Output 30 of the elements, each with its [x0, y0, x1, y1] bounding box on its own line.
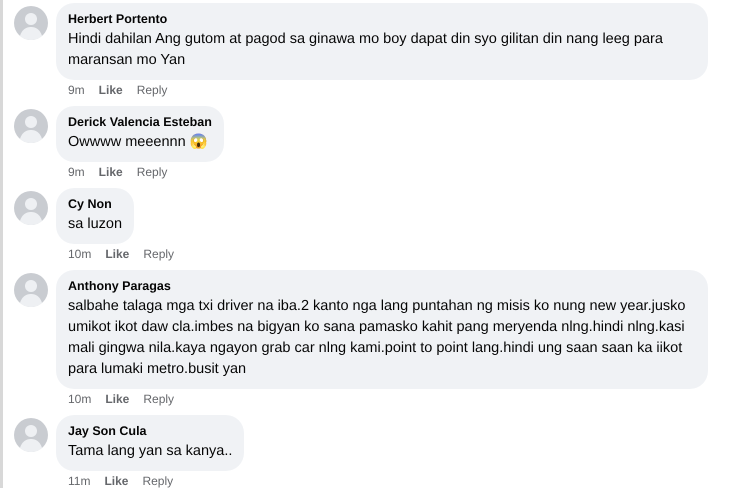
like-button[interactable]: Like	[104, 474, 128, 488]
like-button[interactable]: Like	[98, 165, 123, 179]
avatar-icon[interactable]	[14, 273, 48, 307]
reply-button[interactable]: Reply	[142, 474, 174, 488]
avatar-icon[interactable]	[14, 418, 48, 452]
reply-button[interactable]: Reply	[143, 247, 174, 261]
author-name[interactable]: Herbert Portento	[68, 11, 696, 27]
author-name[interactable]: Anthony Paragas	[68, 278, 696, 294]
avatar-icon[interactable]	[14, 6, 48, 40]
author-name[interactable]: Cy Non	[68, 196, 122, 212]
comment-time[interactable]: 9m	[68, 83, 85, 97]
comment-text: salbahe talaga mga txi driver na iba.2 kanto nga lang puntahan ng misis ko nung new year.jusko umikot ikot daw cla.imbes na bigyan ko sana pamasko kahit pang meryenda nlng.hindi nlng.kasi mali gingwa nila.kaya ngayon grab car nlng kami.point to point lang.hindi ung saan saan ka iikot para lumaki metro.busit yan	[68, 297, 686, 379]
avatar-icon[interactable]	[14, 109, 48, 143]
author-name[interactable]: Derick Valencia Esteban	[68, 114, 212, 130]
like-button[interactable]: Like	[98, 83, 123, 97]
comment-text: Hindi dahilan Ang gutom at pagod sa ginawa mo boy dapat din syo gilitan din nang leeg para maransan mo Yan	[68, 30, 664, 70]
comment-time[interactable]: 11m	[68, 474, 90, 488]
reply-button[interactable]: Reply	[136, 165, 168, 179]
reply-button[interactable]: Reply	[143, 392, 174, 406]
like-button[interactable]: Like	[105, 392, 130, 406]
comment-time[interactable]: 10m	[68, 247, 92, 261]
comment-text: sa luzon	[68, 215, 122, 234]
comment-text: Tama lang yan sa kanya..	[68, 442, 232, 461]
comment-time[interactable]: 9m	[68, 165, 85, 179]
comment-time[interactable]: 10m	[68, 392, 92, 406]
reply-button[interactable]: Reply	[136, 83, 168, 97]
author-name[interactable]: Jay Son Cula	[68, 423, 232, 439]
like-button[interactable]: Like	[105, 247, 130, 261]
avatar-icon[interactable]	[14, 191, 48, 225]
comment-text: Owwww meeennn 😱	[68, 132, 209, 152]
